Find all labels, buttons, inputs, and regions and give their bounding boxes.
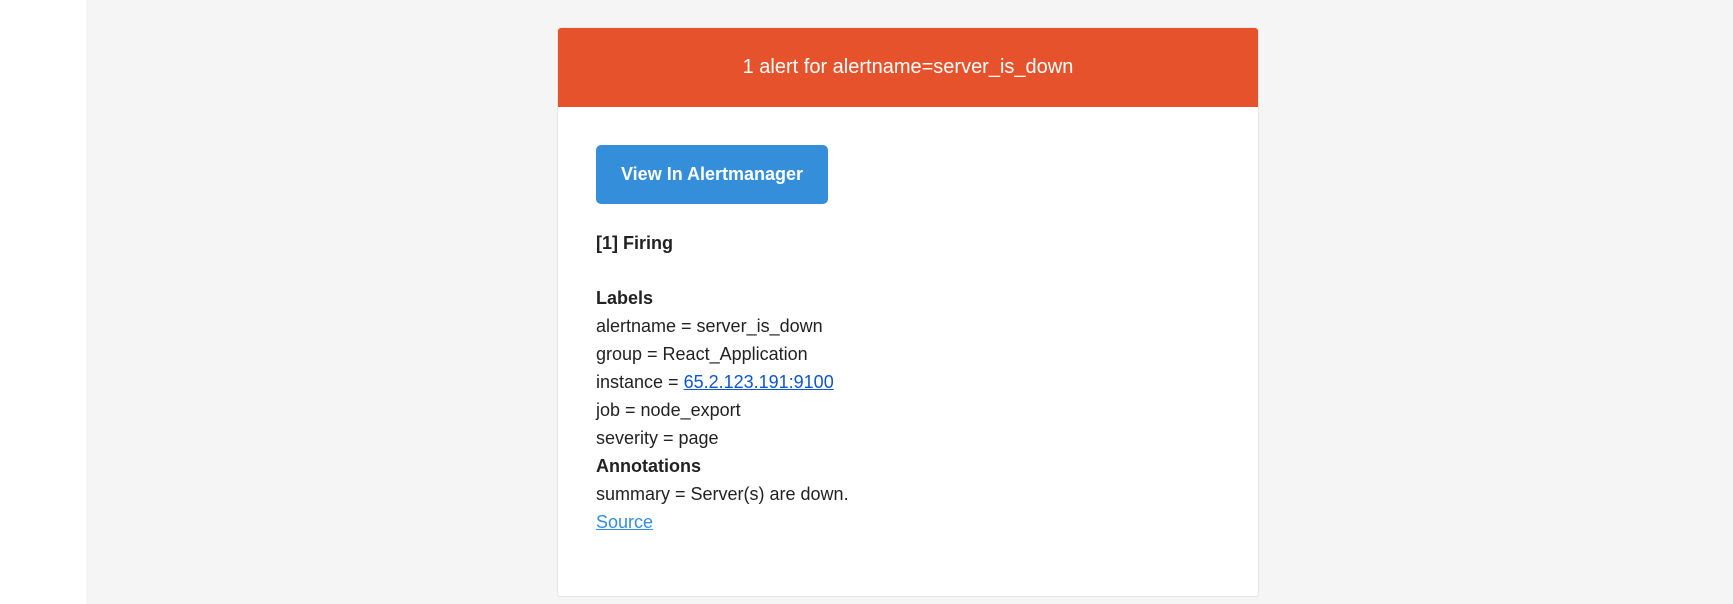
alert-header-title: 1 alert for alertname=server_is_down — [558, 28, 1258, 107]
alert-card: 1 alert for alertname=server_is_down Vie… — [557, 27, 1259, 597]
instance-link[interactable]: 65.2.123.191:9100 — [684, 372, 834, 392]
alert-details: Labels alertname = server_is_down group … — [596, 284, 1220, 536]
source-line: Source — [596, 508, 1220, 536]
label-group: group = React_Application — [596, 344, 808, 364]
annotation-summary: summary = Server(s) are down. — [596, 484, 849, 504]
label-instance-prefix: instance = — [596, 372, 684, 392]
annotations-heading: Annotations — [596, 456, 701, 476]
labels-heading: Labels — [596, 288, 654, 308]
firing-title: [1] Firing — [596, 233, 673, 253]
label-instance: instance = 65.2.123.191:9100 — [596, 368, 1220, 396]
source-link[interactable]: Source — [596, 512, 653, 532]
email-view: 1 alert for alertname=server_is_down Vie… — [0, 0, 1733, 604]
label-job: job = node_export — [596, 400, 741, 420]
label-severity: severity = page — [596, 428, 719, 448]
view-in-alertmanager-button[interactable]: View In Alertmanager — [596, 145, 829, 204]
label-alertname: alertname = server_is_down — [596, 316, 823, 336]
alert-card-body: View In Alertmanager [1] Firing Labels a… — [558, 107, 1258, 536]
